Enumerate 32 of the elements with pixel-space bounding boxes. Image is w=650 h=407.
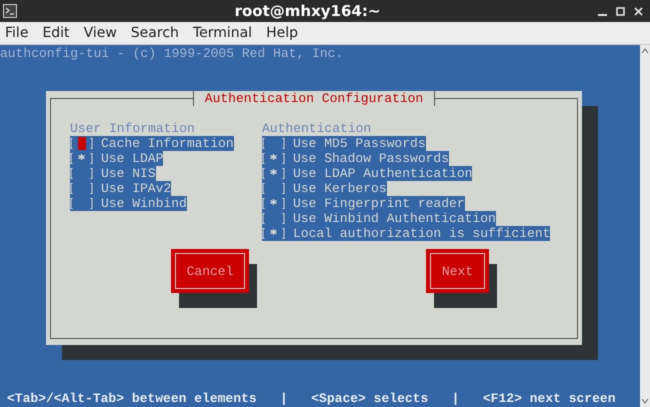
dialog-title: Authentication Configuration — [192, 91, 436, 106]
menu-item[interactable]: Help — [266, 22, 298, 44]
window-title: root@mhxy164:~ — [234, 0, 382, 22]
checkbox-option[interactable]: Use Winbind Authentication — [262, 211, 496, 226]
scroll-up-icon[interactable] — [641, 48, 649, 54]
dialog-button[interactable]: Cancel — [171, 249, 249, 293]
checkbox-option[interactable]: Use Kerberos — [262, 181, 387, 196]
menu-item[interactable]: File — [5, 22, 28, 44]
scrollbar[interactable] — [640, 45, 650, 407]
section-heading: Authentication — [262, 121, 372, 136]
checkbox-option[interactable]: Use NIS — [70, 166, 156, 181]
checkbox-option[interactable]: Use LDAP Authentication — [262, 166, 472, 181]
menu-item[interactable]: Edit — [42, 22, 70, 44]
terminal-icon — [3, 4, 17, 18]
checkbox-option[interactable]: Use Shadow Passwords — [262, 151, 450, 166]
checkbox-option[interactable]: Use MD5 Passwords — [262, 136, 426, 151]
menu-item[interactable]: Terminal — [192, 22, 252, 44]
section-heading: User Information — [70, 121, 195, 136]
close-icon[interactable] — [634, 6, 643, 16]
checkbox-option[interactable]: Use Fingerprint reader — [262, 196, 465, 211]
maximize-icon[interactable] — [616, 6, 625, 16]
menu-item[interactable]: Search — [130, 22, 179, 44]
checkbox-option[interactable]: Cache Information — [70, 136, 234, 151]
checkbox-option[interactable]: Use Winbind — [70, 196, 187, 211]
header-line: authconfig-tui - (c) 1999-2005 Red Hat, Inc. — [0, 45, 344, 61]
checkbox-option[interactable]: Use IPAv2 — [70, 181, 172, 196]
scroll-down-icon[interactable] — [641, 398, 649, 404]
dialog-button[interactable]: Next — [426, 249, 489, 293]
help-line: <Tab>/<Alt-Tab> between elements | <Space> selects | <F12> next screen — [6, 391, 616, 406]
menu-item[interactable]: View — [84, 22, 117, 44]
checkbox-option[interactable]: Local authorization is sufficient — [262, 226, 550, 241]
checkbox-option[interactable]: Use LDAP — [70, 151, 164, 166]
